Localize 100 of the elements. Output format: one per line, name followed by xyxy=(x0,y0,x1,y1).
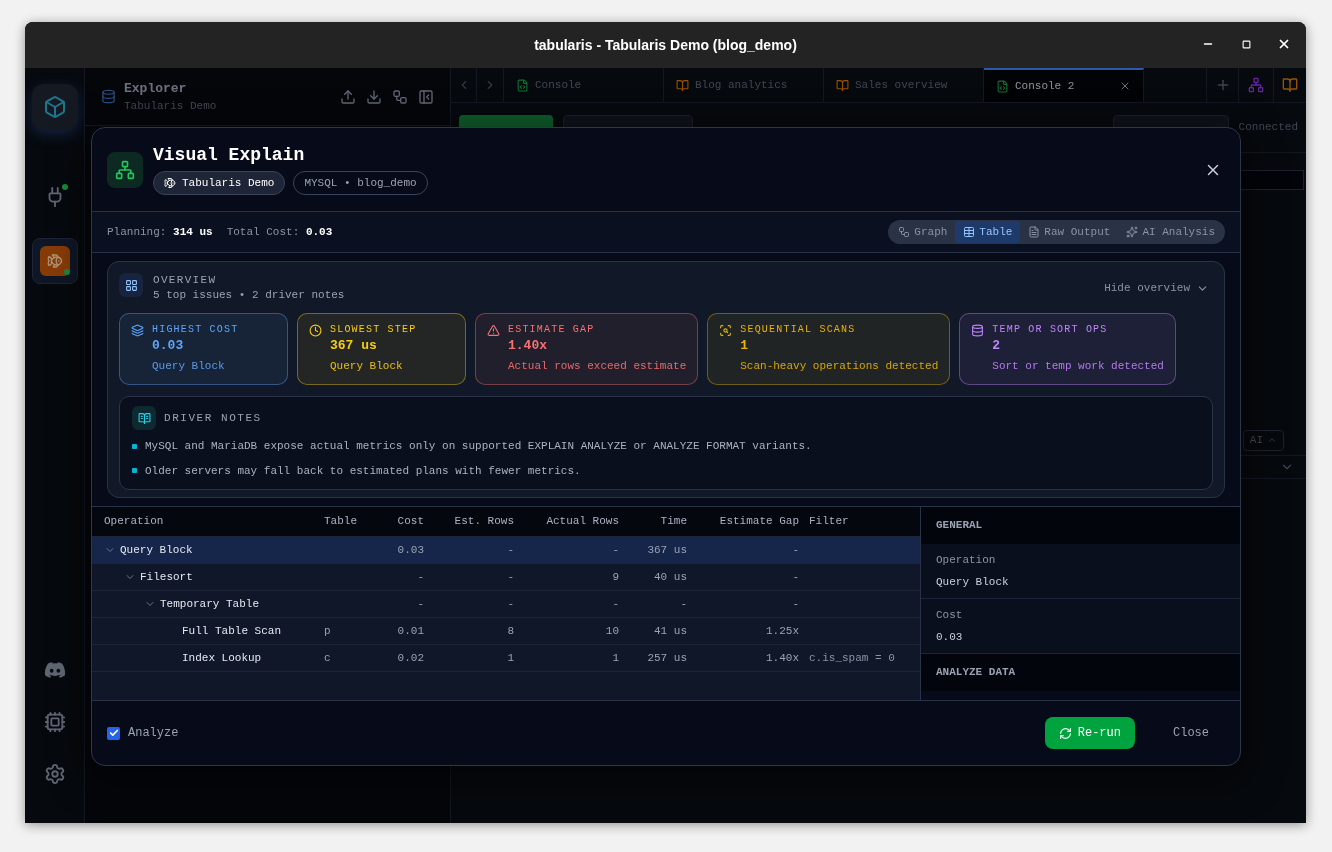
table-cell-text: c xyxy=(324,650,332,666)
overview-title: OVERVIEW xyxy=(153,273,218,287)
diagram-icon[interactable] xyxy=(392,88,408,105)
scan-search-icon xyxy=(719,324,733,337)
column-header[interactable]: Time xyxy=(619,513,687,530)
est-rows-cell-text: 8 xyxy=(506,623,514,639)
card-value: 2 xyxy=(992,337,1002,355)
card-title: SLOWEST STEP xyxy=(330,323,417,337)
column-header[interactable]: Actual Rows xyxy=(514,513,619,530)
estimate-gap-cell-text: - xyxy=(791,542,799,558)
download-icon[interactable] xyxy=(366,88,382,105)
overview-summary: 5 top issues • 2 driver notes xyxy=(153,288,345,303)
card-title: HIGHEST COST xyxy=(152,323,239,337)
bullet-icon xyxy=(132,468,137,474)
column-header[interactable]: Operation xyxy=(104,513,324,530)
actual-rows-cell-text: 9 xyxy=(611,569,619,585)
network-icon xyxy=(115,159,135,180)
close-button[interactable]: Close xyxy=(1157,717,1225,749)
driver-note: MySQL and MariaDB expose actual metrics only on supported EXPLAIN ANALYZE or ANALYZE FORMAT variants. xyxy=(145,439,812,454)
settings-icon[interactable] xyxy=(43,763,66,785)
cost-cell-text: - xyxy=(416,596,424,612)
database-icon xyxy=(101,89,116,104)
cost-cell-text: 0.03 xyxy=(396,542,424,558)
card-title: TEMP OR SORT OPS xyxy=(992,323,1109,337)
warning-icon xyxy=(487,324,500,337)
close-tab-icon[interactable] xyxy=(1119,80,1131,92)
analyze-label: Analyze xyxy=(128,725,179,742)
upload-icon[interactable] xyxy=(340,88,356,105)
card-detail: Sort or temp work detected xyxy=(992,359,1164,374)
dialog-title: Visual Explain xyxy=(153,144,306,166)
fish-icon xyxy=(46,253,63,269)
cost-cell-text: 0.02 xyxy=(396,650,424,666)
driver-note: Older servers may fall back to estimated plans with fewer metrics. xyxy=(145,463,581,479)
collapse-panel-icon[interactable] xyxy=(418,88,434,105)
planning-stat: Planning: 314 us xyxy=(107,224,213,240)
layers-icon xyxy=(131,324,144,337)
explorer-subtitle: Tabularis Demo xyxy=(124,99,218,114)
est-rows-cell-text: 1 xyxy=(506,650,514,666)
estimate-gap-cell-text: - xyxy=(791,569,799,585)
card-detail: Query Block xyxy=(152,359,226,374)
connection-status: Connected xyxy=(1238,120,1298,136)
column-header[interactable]: Filter xyxy=(799,513,908,530)
est-rows-cell-text: - xyxy=(506,596,514,612)
graph-icon xyxy=(898,226,911,238)
code-file-icon xyxy=(516,78,529,92)
analyze-checkbox[interactable] xyxy=(107,726,120,740)
time-cell-text: - xyxy=(679,596,687,612)
check-icon xyxy=(108,728,119,738)
actual-rows-cell-text: - xyxy=(611,542,619,558)
time-cell-text: 41 us xyxy=(653,623,687,639)
filter-field[interactable] xyxy=(1240,170,1304,190)
bullet-icon xyxy=(132,443,137,449)
card-detail: Actual rows exceed estimate xyxy=(508,359,687,374)
editor-tab[interactable]: Console 2 xyxy=(984,68,1144,102)
estimate-gap-cell-text: - xyxy=(791,596,799,612)
app-logo[interactable] xyxy=(31,84,78,130)
explorer-title: Explorer xyxy=(124,79,188,98)
detail-label: Cost xyxy=(936,608,964,623)
filter-cell-text: c.is_spam = 0 xyxy=(808,650,896,666)
database-icon xyxy=(971,324,985,337)
column-header[interactable]: Estimate Gap xyxy=(687,513,799,530)
detail-value: 0.03 xyxy=(936,629,964,645)
actual-rows-cell-text: - xyxy=(611,596,619,612)
connection-item[interactable] xyxy=(31,238,78,284)
clock-icon xyxy=(309,324,322,337)
cost-cell-text: 0.01 xyxy=(396,623,424,639)
card-detail: Scan-heavy operations detected xyxy=(740,359,939,374)
actual-rows-cell-text: 1 xyxy=(611,650,619,666)
network-icon xyxy=(1248,77,1264,93)
time-cell-text: 367 us xyxy=(646,542,687,558)
card-value: 367 us xyxy=(330,337,378,355)
book-icon xyxy=(1282,77,1298,93)
view-tab[interactable]: AI Analysis xyxy=(1118,221,1223,243)
open-book-icon xyxy=(137,411,151,425)
hide-overview-button[interactable]: Hide overview xyxy=(1104,280,1209,297)
column-header[interactable]: Est. Rows xyxy=(424,513,514,530)
maximize-icon xyxy=(1241,39,1251,49)
operation-cell-text: Query Block xyxy=(120,542,193,558)
card-value: 1.40x xyxy=(508,337,548,355)
card-title: ESTIMATE GAP xyxy=(508,323,596,337)
card-value: 0.03 xyxy=(152,337,185,355)
details-section-header: GENERAL xyxy=(921,507,1240,544)
total-cost-stat: Total Cost: 0.03 xyxy=(226,224,333,240)
column-header[interactable]: Table xyxy=(324,513,372,530)
refresh-icon xyxy=(1058,726,1072,740)
connection-chip: Tabularis Demo xyxy=(153,171,286,195)
operation-cell-text: Temporary Table xyxy=(160,596,260,612)
cpu-icon[interactable] xyxy=(43,711,66,733)
time-cell-text: 40 us xyxy=(653,569,687,585)
window-title: tabularis - Tabularis Demo (blog_demo) xyxy=(534,35,797,55)
est-rows-cell-text: - xyxy=(506,542,514,558)
view-tab[interactable]: Graph xyxy=(890,221,956,243)
column-header[interactable]: Cost xyxy=(372,513,424,530)
plan-row[interactable]: Query Block 0.03 - - 367 us - xyxy=(92,537,920,564)
view-tab[interactable]: Table xyxy=(955,221,1021,243)
close-icon xyxy=(1277,37,1291,51)
table-cell-text: p xyxy=(324,623,332,639)
driver-notes-title: DRIVER NOTES xyxy=(164,410,262,426)
actual-rows-cell-text: 10 xyxy=(604,623,619,639)
view-tab[interactable]: Raw Output xyxy=(1020,221,1119,243)
